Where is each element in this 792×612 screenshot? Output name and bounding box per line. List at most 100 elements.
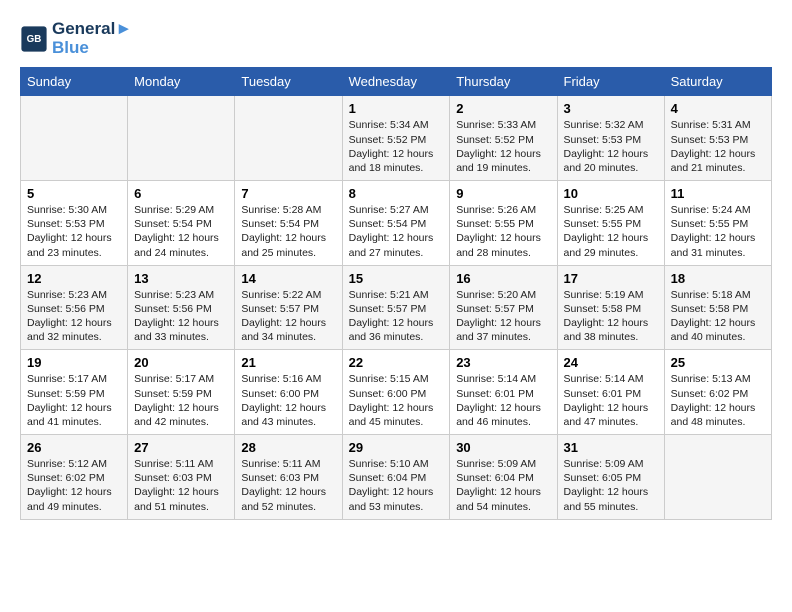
col-header-sunday: Sunday (21, 68, 128, 96)
day-number: 5 (27, 186, 121, 201)
day-number: 6 (134, 186, 228, 201)
cell-info: Sunrise: 5:26 AM Sunset: 5:55 PM Dayligh… (456, 203, 550, 260)
day-number: 15 (349, 271, 444, 286)
cell-info: Sunrise: 5:30 AM Sunset: 5:53 PM Dayligh… (27, 203, 121, 260)
calendar-cell (664, 435, 771, 520)
day-number: 25 (671, 355, 765, 370)
day-number: 7 (241, 186, 335, 201)
day-number: 16 (456, 271, 550, 286)
cell-info: Sunrise: 5:09 AM Sunset: 6:05 PM Dayligh… (564, 457, 658, 514)
day-number: 30 (456, 440, 550, 455)
day-number: 27 (134, 440, 228, 455)
calendar-cell: 11Sunrise: 5:24 AM Sunset: 5:55 PM Dayli… (664, 181, 771, 266)
day-number: 14 (241, 271, 335, 286)
svg-text:GB: GB (27, 33, 42, 44)
cell-info: Sunrise: 5:19 AM Sunset: 5:58 PM Dayligh… (564, 288, 658, 345)
page-header: GB General► Blue (20, 20, 772, 57)
cell-info: Sunrise: 5:33 AM Sunset: 5:52 PM Dayligh… (456, 118, 550, 175)
logo-line1: General► (52, 20, 132, 39)
calendar-cell: 4 Sunrise: 5:31 AM Sunset: 5:53 PM Daylig… (664, 96, 771, 181)
calendar-table: SundayMondayTuesdayWednesdayThursdayFrid… (20, 67, 772, 519)
day-number: 13 (134, 271, 228, 286)
calendar-cell: 20Sunrise: 5:17 AM Sunset: 5:59 PM Dayli… (128, 350, 235, 435)
day-number: 4 (671, 101, 765, 116)
calendar-cell: 23Sunrise: 5:14 AM Sunset: 6:01 PM Dayli… (450, 350, 557, 435)
day-number: 26 (27, 440, 121, 455)
logo-line2: Blue (52, 39, 132, 58)
col-header-thursday: Thursday (450, 68, 557, 96)
calendar-cell (21, 96, 128, 181)
day-number: 29 (349, 440, 444, 455)
cell-info: Sunrise: 5:15 AM Sunset: 6:00 PM Dayligh… (349, 372, 444, 429)
calendar-cell: 28 Sunrise: 5:11 AM Sunset: 6:03 PM Dayli… (235, 435, 342, 520)
calendar-cell: 18Sunrise: 5:18 AM Sunset: 5:58 PM Dayli… (664, 265, 771, 350)
calendar-cell: 10 Sunrise: 5:25 AM Sunset: 5:55 PM Dayli… (557, 181, 664, 266)
col-header-tuesday: Tuesday (235, 68, 342, 96)
day-number: 28 (241, 440, 335, 455)
calendar-cell: 26 Sunrise: 5:12 AM Sunset: 6:02 PM Dayli… (21, 435, 128, 520)
calendar-cell: 30 Sunrise: 5:09 AM Sunset: 6:04 PM Dayli… (450, 435, 557, 520)
cell-info: Sunrise: 5:29 AM Sunset: 5:54 PM Dayligh… (134, 203, 228, 260)
cell-info: Sunrise: 5:23 AM Sunset: 5:56 PM Dayligh… (134, 288, 228, 345)
col-header-saturday: Saturday (664, 68, 771, 96)
logo: GB General► Blue (20, 20, 132, 57)
cell-info: Sunrise: 5:13 AM Sunset: 6:02 PM Dayligh… (671, 372, 765, 429)
cell-info: Sunrise: 5:22 AM Sunset: 5:57 PM Dayligh… (241, 288, 335, 345)
day-number: 31 (564, 440, 658, 455)
calendar-cell: 15 Sunrise: 5:21 AM Sunset: 5:57 PM Dayli… (342, 265, 450, 350)
calendar-cell: 22 Sunrise: 5:15 AM Sunset: 6:00 PM Dayli… (342, 350, 450, 435)
day-number: 19 (27, 355, 121, 370)
cell-info: Sunrise: 5:11 AM Sunset: 6:03 PM Dayligh… (134, 457, 228, 514)
day-number: 22 (349, 355, 444, 370)
col-header-friday: Friday (557, 68, 664, 96)
day-number: 9 (456, 186, 550, 201)
cell-info: Sunrise: 5:14 AM Sunset: 6:01 PM Dayligh… (456, 372, 550, 429)
cell-info: Sunrise: 5:34 AM Sunset: 5:52 PM Dayligh… (349, 118, 444, 175)
cell-info: Sunrise: 5:25 AM Sunset: 5:55 PM Dayligh… (564, 203, 658, 260)
calendar-cell: 12Sunrise: 5:23 AM Sunset: 5:56 PM Dayli… (21, 265, 128, 350)
calendar-cell: 31 Sunrise: 5:09 AM Sunset: 6:05 PM Dayli… (557, 435, 664, 520)
cell-info: Sunrise: 5:10 AM Sunset: 6:04 PM Dayligh… (349, 457, 444, 514)
calendar-cell (235, 96, 342, 181)
calendar-cell: 6 Sunrise: 5:29 AM Sunset: 5:54 PM Daylig… (128, 181, 235, 266)
calendar-header: SundayMondayTuesdayWednesdayThursdayFrid… (21, 68, 772, 96)
calendar-cell: 17 Sunrise: 5:19 AM Sunset: 5:58 PM Dayli… (557, 265, 664, 350)
cell-info: Sunrise: 5:24 AM Sunset: 5:55 PM Dayligh… (671, 203, 765, 260)
cell-info: Sunrise: 5:09 AM Sunset: 6:04 PM Dayligh… (456, 457, 550, 514)
day-number: 1 (349, 101, 444, 116)
day-number: 10 (564, 186, 658, 201)
calendar-cell: 7 Sunrise: 5:28 AM Sunset: 5:54 PM Daylig… (235, 181, 342, 266)
cell-info: Sunrise: 5:23 AM Sunset: 5:56 PM Dayligh… (27, 288, 121, 345)
calendar-cell (128, 96, 235, 181)
cell-info: Sunrise: 5:11 AM Sunset: 6:03 PM Dayligh… (241, 457, 335, 514)
day-number: 17 (564, 271, 658, 286)
cell-info: Sunrise: 5:21 AM Sunset: 5:57 PM Dayligh… (349, 288, 444, 345)
day-number: 8 (349, 186, 444, 201)
day-number: 24 (564, 355, 658, 370)
cell-info: Sunrise: 5:12 AM Sunset: 6:02 PM Dayligh… (27, 457, 121, 514)
calendar-cell: 29 Sunrise: 5:10 AM Sunset: 6:04 PM Dayli… (342, 435, 450, 520)
col-header-wednesday: Wednesday (342, 68, 450, 96)
calendar-cell: 16 Sunrise: 5:20 AM Sunset: 5:57 PM Dayli… (450, 265, 557, 350)
calendar-cell: 1 Sunrise: 5:34 AM Sunset: 5:52 PM Daylig… (342, 96, 450, 181)
cell-info: Sunrise: 5:32 AM Sunset: 5:53 PM Dayligh… (564, 118, 658, 175)
cell-info: Sunrise: 5:31 AM Sunset: 5:53 PM Dayligh… (671, 118, 765, 175)
col-header-monday: Monday (128, 68, 235, 96)
day-number: 20 (134, 355, 228, 370)
calendar-cell: 3 Sunrise: 5:32 AM Sunset: 5:53 PM Daylig… (557, 96, 664, 181)
calendar-cell: 14 Sunrise: 5:22 AM Sunset: 5:57 PM Dayli… (235, 265, 342, 350)
calendar-cell: 5 Sunrise: 5:30 AM Sunset: 5:53 PM Daylig… (21, 181, 128, 266)
day-number: 3 (564, 101, 658, 116)
calendar-cell: 13 Sunrise: 5:23 AM Sunset: 5:56 PM Dayli… (128, 265, 235, 350)
calendar-cell: 19Sunrise: 5:17 AM Sunset: 5:59 PM Dayli… (21, 350, 128, 435)
calendar-cell: 9 Sunrise: 5:26 AM Sunset: 5:55 PM Daylig… (450, 181, 557, 266)
day-number: 21 (241, 355, 335, 370)
calendar-cell: 27 Sunrise: 5:11 AM Sunset: 6:03 PM Dayli… (128, 435, 235, 520)
calendar-cell: 25 Sunrise: 5:13 AM Sunset: 6:02 PM Dayli… (664, 350, 771, 435)
calendar-cell: 8Sunrise: 5:27 AM Sunset: 5:54 PM Daylig… (342, 181, 450, 266)
cell-info: Sunrise: 5:28 AM Sunset: 5:54 PM Dayligh… (241, 203, 335, 260)
cell-info: Sunrise: 5:20 AM Sunset: 5:57 PM Dayligh… (456, 288, 550, 345)
logo-icon: GB (20, 25, 48, 53)
calendar-cell: 24Sunrise: 5:14 AM Sunset: 6:01 PM Dayli… (557, 350, 664, 435)
day-number: 2 (456, 101, 550, 116)
